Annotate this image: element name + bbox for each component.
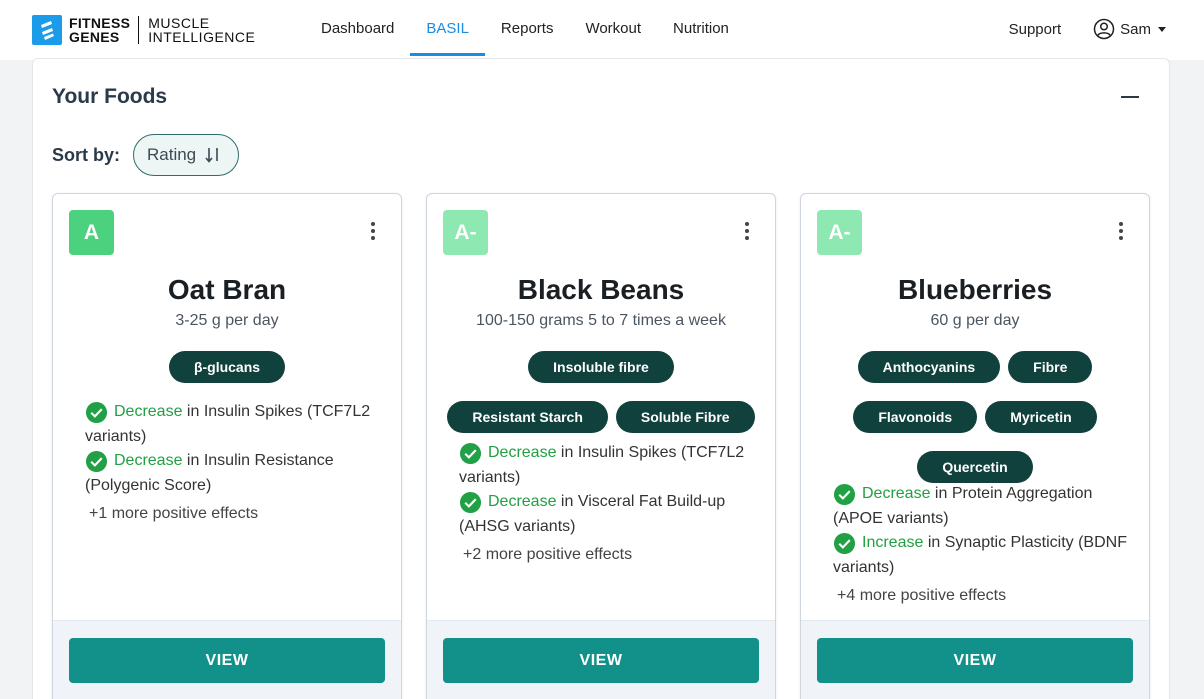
nutrient-tag[interactable]: Soluble Fibre bbox=[615, 401, 755, 433]
check-circle-icon bbox=[85, 450, 108, 473]
nutrient-tag[interactable]: Resistant Starch bbox=[447, 401, 608, 433]
effect-item: Decrease in Protein Aggregation (APOE va… bbox=[833, 482, 1129, 531]
check-circle-icon bbox=[85, 401, 108, 424]
more-effects-link[interactable]: +4 more positive effects bbox=[837, 584, 1129, 609]
check-circle-icon bbox=[459, 442, 482, 465]
grade-badge: A- bbox=[443, 210, 488, 255]
card-footer: VIEW bbox=[427, 620, 775, 699]
effect-verb: Decrease bbox=[488, 493, 557, 510]
effect-item: Increase in Synaptic Plasticity (BDNF va… bbox=[833, 531, 1129, 580]
nutrient-tag[interactable]: Fibre bbox=[1008, 351, 1093, 383]
collapse-minus-icon[interactable] bbox=[1121, 96, 1139, 98]
panel-title: Your Foods bbox=[52, 85, 168, 108]
food-name: Blueberries bbox=[897, 274, 1053, 305]
effect-verb: Increase bbox=[862, 534, 924, 551]
check-circle-icon bbox=[833, 532, 856, 555]
effect-item: Decrease in Insulin Spikes (TCF7L2 varia… bbox=[459, 441, 755, 490]
effects-list: Decrease in Insulin Spikes (TCF7L2 varia… bbox=[85, 400, 381, 527]
sort-button[interactable]: Rating bbox=[133, 134, 239, 176]
logo-mark-icon bbox=[32, 15, 62, 45]
nutrient-tag[interactable]: Anthocyanins bbox=[857, 351, 1001, 383]
view-button[interactable]: VIEW bbox=[69, 638, 385, 683]
more-options-icon[interactable] bbox=[1119, 222, 1123, 240]
view-button[interactable]: VIEW bbox=[817, 638, 1133, 683]
effect-item: Decrease in Insulin Spikes (TCF7L2 varia… bbox=[85, 400, 381, 449]
nutrient-tag[interactable]: Quercetin bbox=[917, 451, 1033, 483]
effects-list: Decrease in Insulin Spikes (TCF7L2 varia… bbox=[459, 441, 755, 568]
food-card-oat-bran: A Oat Bran 3-25 g per day β-glucans Decr… bbox=[52, 193, 402, 699]
sort-descending-icon bbox=[205, 148, 219, 163]
caret-down-icon bbox=[1158, 26, 1166, 32]
effect-item: Decrease in Visceral Fat Build-up (AHSG … bbox=[459, 490, 755, 539]
food-dose: 3-25 g per day bbox=[175, 312, 279, 329]
nutrient-tags: β-glucans bbox=[67, 351, 387, 383]
user-menu[interactable]: Sam bbox=[1093, 18, 1166, 40]
grade-badge: A bbox=[69, 210, 114, 255]
nav-nutrition[interactable]: Nutrition bbox=[657, 0, 745, 56]
effect-item: Decrease in Insulin Resistance (Polygeni… bbox=[85, 449, 381, 498]
nutrient-tag[interactable]: β-glucans bbox=[168, 351, 286, 383]
effect-verb: Decrease bbox=[114, 452, 183, 469]
food-name: Oat Bran bbox=[167, 274, 287, 305]
your-foods-panel: Your Foods Sort by: Rating A Oat Bran 3-… bbox=[32, 58, 1170, 699]
nav-links: Dashboard BASIL Reports Workout Nutritio… bbox=[305, 0, 745, 56]
food-card-blueberries: A- Blueberries 60 g per day Anthocyanins… bbox=[800, 193, 1150, 699]
nutrient-tags: Anthocyanins Fibre Flavonoids Myricetin … bbox=[815, 351, 1135, 483]
more-options-icon[interactable] bbox=[745, 222, 749, 240]
food-dose: 60 g per day bbox=[930, 312, 1020, 329]
logo-fitness-genes-text: FITNESS GENES bbox=[69, 15, 131, 45]
nav-support[interactable]: Support bbox=[1009, 21, 1062, 38]
more-effects-link[interactable]: +1 more positive effects bbox=[89, 502, 381, 527]
nav-dashboard[interactable]: Dashboard bbox=[305, 0, 410, 56]
nav-right: Support Sam bbox=[1009, 0, 1204, 58]
effect-verb: Decrease bbox=[114, 403, 183, 420]
nav-workout[interactable]: Workout bbox=[569, 0, 657, 56]
nav-basil[interactable]: BASIL bbox=[410, 0, 485, 56]
logo-divider bbox=[138, 16, 140, 44]
food-dose: 100-150 grams 5 to 7 times a week bbox=[476, 312, 726, 329]
user-name: Sam bbox=[1120, 20, 1151, 38]
view-button[interactable]: VIEW bbox=[443, 638, 759, 683]
effect-verb: Decrease bbox=[488, 444, 557, 461]
more-effects-link[interactable]: +2 more positive effects bbox=[463, 543, 755, 568]
sort-label: Sort by: bbox=[52, 145, 121, 165]
nutrient-tag[interactable]: Insoluble fibre bbox=[528, 351, 674, 383]
card-footer: VIEW bbox=[801, 620, 1149, 699]
check-circle-icon bbox=[459, 491, 482, 514]
effect-verb: Decrease bbox=[862, 485, 931, 502]
more-options-icon[interactable] bbox=[371, 222, 375, 240]
nutrient-tags: Insoluble fibre Resistant Starch Soluble… bbox=[441, 351, 761, 433]
brand-logo[interactable]: FITNESS GENES MUSCLE INTELLIGENCE bbox=[32, 15, 255, 45]
food-name: Black Beans bbox=[517, 274, 685, 305]
grade-badge: A- bbox=[817, 210, 862, 255]
food-card-black-beans: A- Black Beans 100-150 grams 5 to 7 time… bbox=[426, 193, 776, 699]
logo-muscle-intelligence-text: MUSCLE INTELLIGENCE bbox=[148, 15, 256, 45]
effects-list: Decrease in Protein Aggregation (APOE va… bbox=[833, 482, 1129, 609]
sort-value: Rating bbox=[147, 145, 197, 164]
nutrient-tag[interactable]: Flavonoids bbox=[853, 401, 978, 433]
check-circle-icon bbox=[833, 483, 856, 506]
top-navbar: FITNESS GENES MUSCLE INTELLIGENCE Dashbo… bbox=[0, 0, 1204, 60]
card-footer: VIEW bbox=[53, 620, 401, 699]
user-avatar-icon bbox=[1093, 18, 1115, 40]
nav-reports[interactable]: Reports bbox=[485, 0, 570, 56]
nutrient-tag[interactable]: Myricetin bbox=[985, 401, 1097, 433]
